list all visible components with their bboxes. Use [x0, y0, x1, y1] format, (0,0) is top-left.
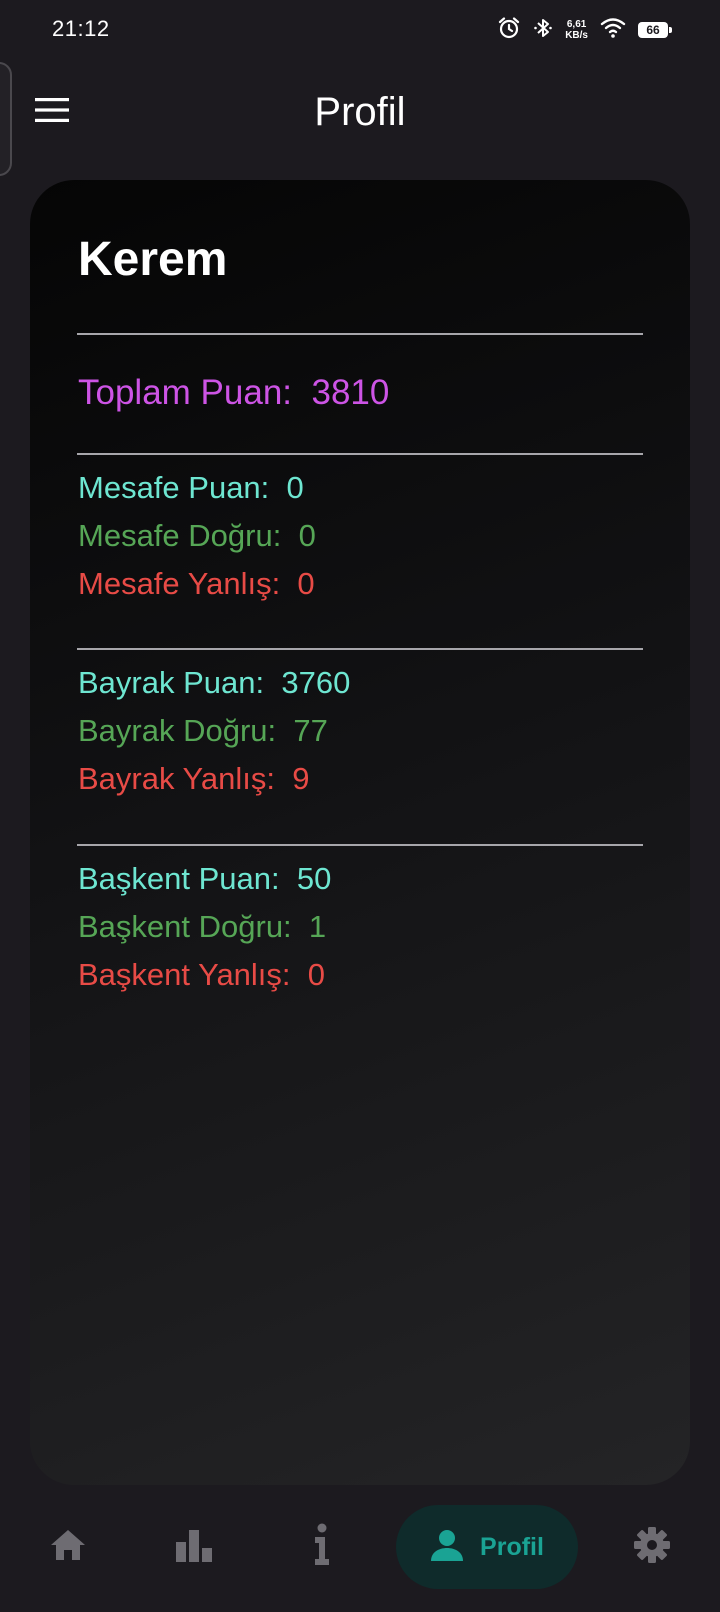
mesafe-score-value: 0	[286, 470, 304, 505]
nav-leaderboard[interactable]	[162, 1505, 226, 1589]
baskent-wrong-label: Başkent Yanlış:	[78, 957, 291, 992]
bayrak-wrong-line: Bayrak Yanlış: 9	[78, 761, 310, 797]
baskent-score-line: Başkent Puan: 50	[78, 861, 331, 897]
info-icon	[312, 1523, 332, 1572]
bayrak-score-label: Bayrak Puan:	[78, 665, 265, 700]
bayrak-score-line: Bayrak Puan: 3760	[78, 665, 350, 701]
home-icon	[49, 1528, 87, 1567]
baskent-correct-value: 1	[308, 909, 327, 944]
mesafe-wrong-label: Mesafe Yanlış:	[78, 566, 281, 601]
network-speed-value: 6,61	[566, 19, 587, 30]
alarm-icon	[497, 16, 521, 45]
battery-icon: 66	[638, 22, 672, 38]
bluetooth-icon	[533, 16, 553, 45]
total-score-line: Toplam Puan: 3810	[78, 373, 389, 413]
battery-level: 66	[646, 23, 660, 37]
nav-settings[interactable]	[620, 1505, 684, 1589]
divider	[77, 333, 643, 335]
divider	[77, 844, 643, 846]
bayrak-score-value: 3760	[281, 665, 351, 700]
bayrak-correct-line: Bayrak Doğru: 77	[78, 713, 328, 749]
person-icon	[430, 1528, 464, 1567]
mesafe-correct-line: Mesafe Doğru: 0	[78, 518, 316, 554]
mesafe-score-label: Mesafe Puan:	[78, 470, 270, 505]
bayrak-correct-label: Bayrak Doğru:	[78, 713, 277, 748]
user-name: Kerem	[78, 233, 228, 286]
bayrak-wrong-label: Bayrak Yanlış:	[78, 761, 276, 796]
baskent-correct-label: Başkent Doğru:	[78, 909, 292, 944]
bayrak-correct-value: 77	[293, 713, 328, 748]
nav-profile-label: Profil	[480, 1532, 544, 1561]
bottom-nav: Profil	[0, 1505, 720, 1605]
baskent-correct-line: Başkent Doğru: 1	[78, 909, 326, 945]
nav-profile[interactable]: Profil	[396, 1505, 578, 1589]
status-icons: 6,61 KB/s 66	[497, 16, 672, 45]
status-bar: 21:12 6,61 KB/s 66	[0, 0, 720, 60]
baskent-score-label: Başkent Puan:	[78, 861, 280, 896]
app-bar: Profil	[0, 68, 720, 158]
status-time: 21:12	[52, 16, 110, 41]
baskent-wrong-value: 0	[307, 957, 326, 992]
wifi-icon	[600, 17, 626, 44]
bayrak-wrong-value: 9	[292, 761, 310, 796]
mesafe-score-line: Mesafe Puan: 0	[78, 470, 304, 506]
mesafe-wrong-value: 0	[297, 566, 315, 601]
mesafe-correct-label: Mesafe Doğru:	[78, 518, 282, 553]
total-score-value: 3810	[311, 373, 390, 412]
nav-info[interactable]	[290, 1505, 354, 1589]
network-speed: 6,61 KB/s	[565, 19, 588, 41]
profile-screen: 21:12 6,61 KB/s 66 Profil Kerem Toplam P…	[0, 0, 720, 1612]
mesafe-wrong-line: Mesafe Yanlış: 0	[78, 566, 315, 602]
divider	[77, 453, 643, 455]
nav-home[interactable]	[36, 1505, 100, 1589]
baskent-wrong-line: Başkent Yanlış: 0	[78, 957, 325, 993]
total-score-label: Toplam Puan:	[78, 373, 293, 412]
divider	[77, 648, 643, 650]
mesafe-correct-value: 0	[298, 518, 316, 553]
baskent-score-value: 50	[296, 861, 332, 896]
leaderboard-icon	[174, 1528, 214, 1567]
network-speed-unit: KB/s	[565, 30, 588, 41]
settings-icon	[633, 1526, 671, 1569]
profile-card: Kerem Toplam Puan: 3810 Mesafe Puan: 0 M…	[30, 180, 690, 1485]
page-title: Profil	[314, 90, 406, 134]
